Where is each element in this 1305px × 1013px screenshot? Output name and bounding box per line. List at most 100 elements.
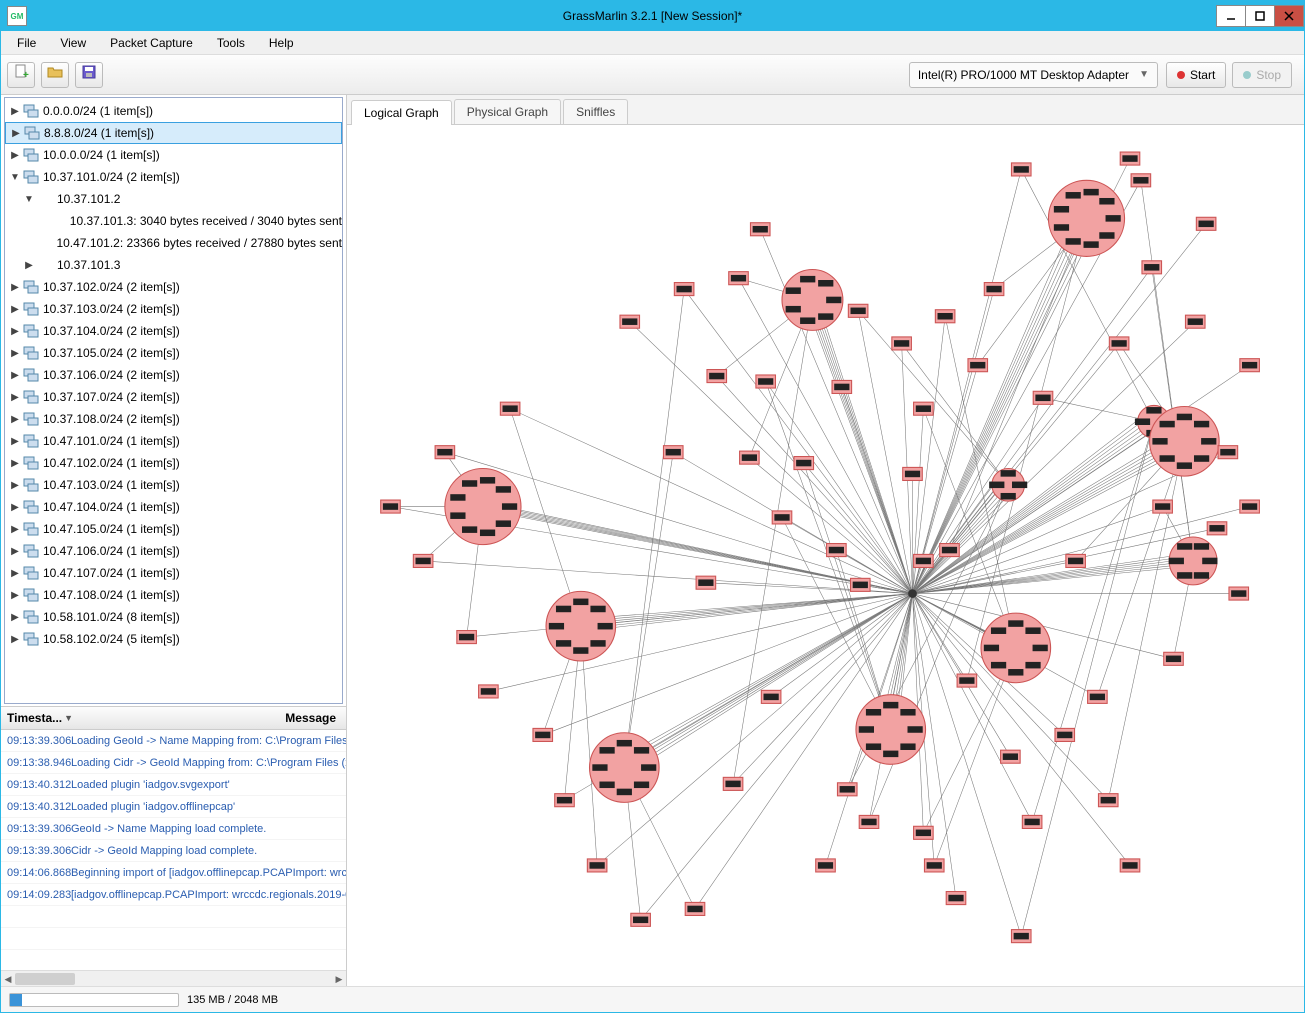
tree-row[interactable]: ▶10.58.101.0/24 (8 item[s]) xyxy=(5,606,342,628)
expander-icon[interactable]: ▶ xyxy=(9,106,21,117)
network-icon xyxy=(23,169,39,185)
tree-row[interactable]: ▶10.47.107.0/24 (1 item[s]) xyxy=(5,562,342,584)
expander-icon[interactable]: ▶ xyxy=(9,612,21,623)
tree-row[interactable]: ▶10.47.102.0/24 (1 item[s]) xyxy=(5,452,342,474)
close-button[interactable] xyxy=(1274,5,1304,27)
log-row[interactable]: 09:13:38.946Loading Cidr -> GeoId Mappin… xyxy=(1,752,346,774)
tab-sniffles[interactable]: Sniffles xyxy=(563,99,628,124)
tree-label: 10.58.102.0/24 (5 item[s]) xyxy=(43,632,180,646)
tree-row[interactable]: 10.47.101.2: 23366 bytes received / 2788… xyxy=(5,232,342,254)
horizontal-scrollbar[interactable]: ◀ ▶ xyxy=(1,970,346,986)
network-icon xyxy=(24,125,40,141)
tree-label: 10.37.107.0/24 (2 item[s]) xyxy=(43,390,180,404)
tree-row[interactable]: ▶ 10.37.108.0/24 (2 item[s]) xyxy=(5,408,342,430)
network-icon xyxy=(23,455,39,471)
tree-row[interactable]: ▼10.37.101.0/24 (2 item[s]) xyxy=(5,166,342,188)
network-tree[interactable]: ▶0.0.0.0/24 (1 item[s])▶8.8.8.0/24 (1 it… xyxy=(4,97,343,704)
log-row[interactable]: 09:13:39.306Cidr -> GeoId Mapping load c… xyxy=(1,840,346,862)
expander-icon[interactable]: ▼ xyxy=(9,172,21,183)
title-bar[interactable]: GM GrassMarlin 3.2.1 [New Session]* xyxy=(1,1,1304,31)
expander-icon[interactable]: ▶ xyxy=(9,326,21,337)
expander-icon[interactable]: ▶ xyxy=(10,128,22,139)
expander-icon[interactable]: ▶ xyxy=(9,546,21,557)
log-timestamp: 09:13:39.306 xyxy=(1,845,71,857)
expander-icon[interactable]: ▶ xyxy=(9,524,21,535)
log-row[interactable]: 09:14:06.868Beginning import of [iadgov.… xyxy=(1,862,346,884)
menu-packet-capture[interactable]: Packet Capture xyxy=(98,34,205,52)
logical-graph-canvas[interactable] xyxy=(347,125,1304,986)
tree-label: 10.37.105.0/24 (2 item[s]) xyxy=(43,346,180,360)
tab-logical-graph[interactable]: Logical Graph xyxy=(351,100,452,125)
tree-row[interactable]: ▶10.47.104.0/24 (1 item[s]) xyxy=(5,496,342,518)
log-message: Loading Cidr -> GeoId Mapping from: C:\P… xyxy=(71,757,346,769)
network-icon xyxy=(23,279,39,295)
log-row[interactable]: 09:13:40.312Loaded plugin 'iadgov.offlin… xyxy=(1,796,346,818)
save-button[interactable] xyxy=(75,62,103,88)
expander-icon[interactable]: ▶ xyxy=(9,304,21,315)
log-panel[interactable]: 09:13:39.306 Loading GeoId -> Name Mappin… xyxy=(1,730,346,970)
log-row[interactable]: 09:13:39.306Loading GeoId -> Name Mappin… xyxy=(1,730,346,752)
expander-icon[interactable]: ▶ xyxy=(9,634,21,645)
tree-row[interactable]: ▶0.0.0.0/24 (1 item[s]) xyxy=(5,100,342,122)
toolbar: + Intel(R) PRO/1000 MT Desktop Adapter ▼… xyxy=(1,55,1304,95)
expander-icon[interactable]: ▶ xyxy=(9,414,21,425)
log-row[interactable]: 09:14:09.283[iadgov.offlinepcap.PCAPImpo… xyxy=(1,884,346,906)
expander-icon[interactable]: ▶ xyxy=(9,458,21,469)
scroll-thumb[interactable] xyxy=(15,973,75,985)
expander-icon[interactable]: ▶ xyxy=(9,150,21,161)
log-row[interactable]: 09:13:40.312Loaded plugin 'iadgov.svgexp… xyxy=(1,774,346,796)
expander-icon[interactable]: ▶ xyxy=(9,568,21,579)
network-icon xyxy=(23,477,39,493)
menu-tools[interactable]: Tools xyxy=(205,34,257,52)
scroll-right-icon[interactable]: ▶ xyxy=(332,971,346,987)
tree-row[interactable]: ▶ 10.37.105.0/24 (2 item[s]) xyxy=(5,342,342,364)
tree-row[interactable]: ▶10.47.106.0/24 (1 item[s]) xyxy=(5,540,342,562)
expander-icon[interactable]: ▶ xyxy=(9,590,21,601)
tree-label: 10.37.108.0/24 (2 item[s]) xyxy=(43,412,180,426)
tree-row[interactable]: ▶10.37.103.0/24 (2 item[s]) xyxy=(5,298,342,320)
network-icon xyxy=(23,433,39,449)
open-button[interactable] xyxy=(41,62,69,88)
log-row[interactable]: 09:13:39.306GeoId -> Name Mapping load c… xyxy=(1,818,346,840)
expander-icon[interactable]: ▶ xyxy=(23,260,35,271)
col-message[interactable]: Message xyxy=(71,711,346,725)
start-button[interactable]: Start xyxy=(1166,62,1226,88)
scroll-left-icon[interactable]: ◀ xyxy=(1,971,15,987)
network-icon xyxy=(23,565,39,581)
tree-row[interactable]: ▶10.37.104.0/24 (2 item[s]) xyxy=(5,320,342,342)
network-icon xyxy=(23,323,39,339)
expander-icon[interactable]: ▶ xyxy=(9,436,21,447)
expander-icon[interactable]: ▼ xyxy=(23,194,35,205)
expander-icon[interactable]: ▶ xyxy=(9,348,21,359)
expander-icon[interactable]: ▶ xyxy=(9,502,21,513)
expander-icon[interactable]: ▶ xyxy=(9,392,21,403)
new-session-button[interactable]: + xyxy=(7,62,35,88)
stop-button[interactable]: Stop xyxy=(1232,62,1292,88)
tree-row[interactable]: ▶10.37.102.0/24 (2 item[s]) xyxy=(5,276,342,298)
tree-row[interactable]: ▶10.47.103.0/24 (1 item[s]) xyxy=(5,474,342,496)
expander-icon[interactable]: ▶ xyxy=(9,282,21,293)
adapter-dropdown[interactable]: Intel(R) PRO/1000 MT Desktop Adapter ▼ xyxy=(909,62,1158,88)
maximize-button[interactable] xyxy=(1245,5,1275,27)
menu-help[interactable]: Help xyxy=(257,34,306,52)
minimize-button[interactable] xyxy=(1216,5,1246,27)
col-timestamp[interactable]: Timesta...▼ xyxy=(1,711,71,725)
tree-row[interactable]: ▶10.37.101.3 xyxy=(5,254,342,276)
tree-row[interactable]: ▼10.37.101.2 xyxy=(5,188,342,210)
expander-icon[interactable]: ▶ xyxy=(9,480,21,491)
tree-row[interactable]: ▶ 10.58.102.0/24 (5 item[s]) xyxy=(5,628,342,650)
expander-icon[interactable]: ▶ xyxy=(9,370,21,381)
tree-row[interactable]: 10.37.101.3: 3040 bytes received / 3040 … xyxy=(5,210,342,232)
tree-row[interactable]: ▶10.47.108.0/24 (1 item[s]) xyxy=(5,584,342,606)
tree-row[interactable]: ▶10.0.0.0/24 (1 item[s]) xyxy=(5,144,342,166)
svg-text:+: + xyxy=(23,70,29,80)
tab-physical-graph[interactable]: Physical Graph xyxy=(454,99,561,124)
tree-row[interactable]: ▶10.37.106.0/24 (2 item[s]) xyxy=(5,364,342,386)
log-message: Loading GeoId -> Name Mapping from: C:\P… xyxy=(71,735,346,747)
tree-row[interactable]: ▶8.8.8.0/24 (1 item[s]) xyxy=(5,122,342,144)
tree-row[interactable]: ▶ 10.37.107.0/24 (2 item[s]) xyxy=(5,386,342,408)
menu-view[interactable]: View xyxy=(48,34,98,52)
menu-file[interactable]: File xyxy=(5,34,48,52)
tree-row[interactable]: ▶10.47.101.0/24 (1 item[s]) xyxy=(5,430,342,452)
tree-row[interactable]: ▶10.47.105.0/24 (1 item[s]) xyxy=(5,518,342,540)
